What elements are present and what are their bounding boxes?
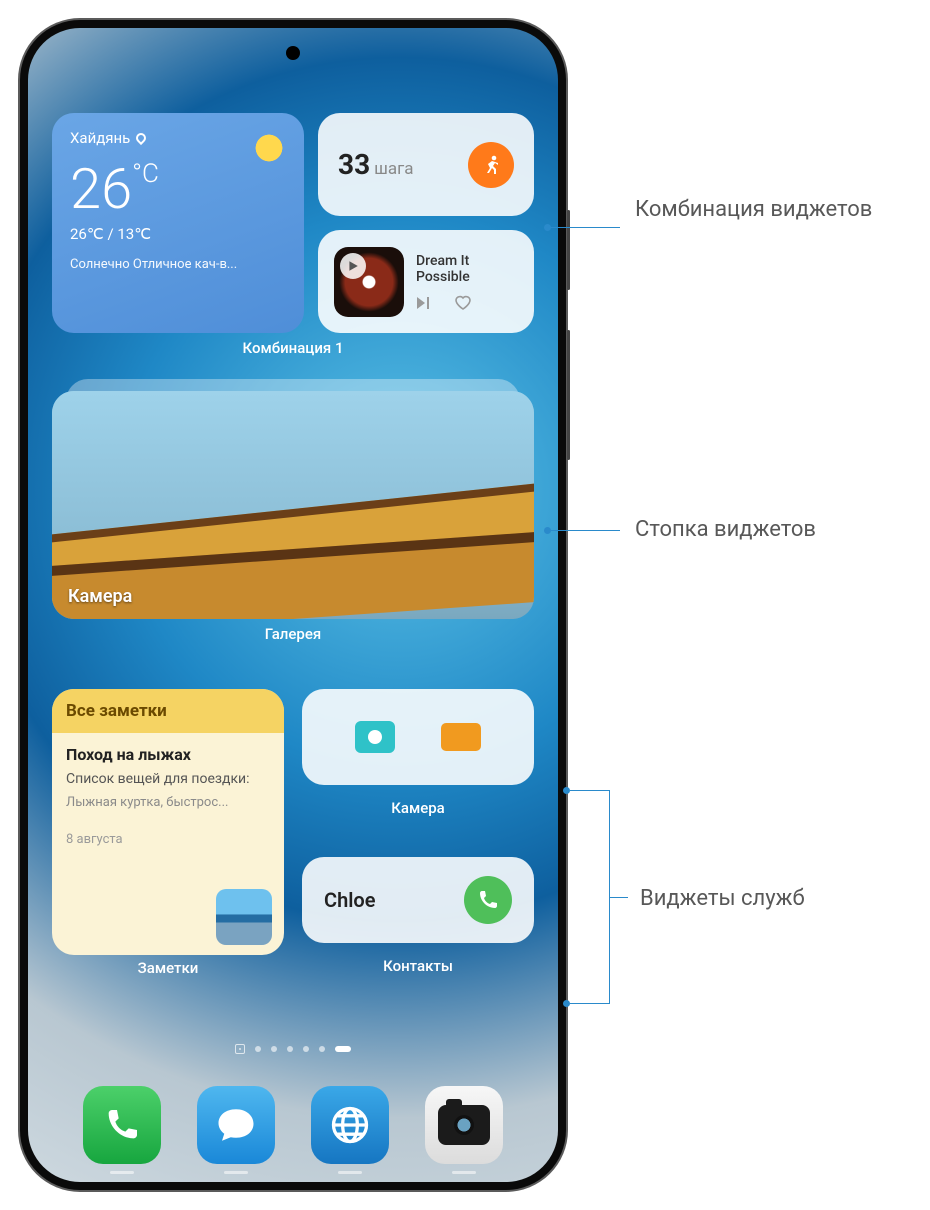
note-subtitle: Список вещей для поездки: (66, 770, 270, 789)
location-pin-icon (134, 131, 148, 145)
home-screen[interactable]: Хайдянь 26°C 26℃ / 13℃ Солнечно Отличное… (28, 28, 558, 1182)
page-dot[interactable] (303, 1046, 309, 1052)
note-date: 8 августа (66, 832, 270, 847)
callout-leader (610, 897, 628, 898)
video-icon[interactable] (441, 723, 481, 751)
contact-name: Chloe (324, 888, 376, 912)
gallery-caption: Камера (68, 586, 132, 607)
music-title: Dream It Possible (416, 253, 518, 285)
play-icon (340, 253, 366, 279)
callout-stack: Стопка виджетов (635, 515, 816, 545)
steps-label: шага (374, 159, 413, 179)
call-button[interactable] (464, 876, 512, 924)
page-indicator[interactable] (28, 1046, 558, 1054)
camera-body-icon (438, 1105, 490, 1145)
note-items: Лыжная куртка, быстрос... (66, 795, 270, 810)
combo-label: Комбинация 1 (52, 339, 534, 357)
callout-combo: Комбинация виджетов (635, 195, 872, 225)
phone-app[interactable] (83, 1086, 161, 1164)
messages-app[interactable] (197, 1086, 275, 1164)
camera-app[interactable] (425, 1086, 503, 1164)
steps-count: 33 (338, 148, 370, 181)
browser-app[interactable] (311, 1086, 389, 1164)
notes-label: Заметки (52, 959, 284, 977)
contacts-widget[interactable]: Chloe (302, 857, 534, 943)
runner-icon (468, 142, 514, 188)
gallery-widget[interactable]: Камера (52, 391, 534, 619)
page-dot[interactable] (319, 1046, 325, 1052)
weather-widget[interactable]: Хайдянь 26°C 26℃ / 13℃ Солнечно Отличное… (52, 113, 304, 333)
weather-low: 13℃ (117, 225, 151, 243)
notes-widget[interactable]: Все заметки Поход на лыжах Список вещей … (52, 689, 284, 955)
weather-location: Хайдянь (70, 129, 130, 147)
gallery-label: Галерея (52, 625, 534, 643)
page-dot-active[interactable] (335, 1046, 351, 1052)
page-dot[interactable] (255, 1046, 261, 1052)
widget-stack[interactable]: Камера (52, 391, 534, 619)
callout-leader (550, 227, 620, 228)
page-dot[interactable] (287, 1046, 293, 1052)
callout-leader (550, 530, 620, 531)
album-art (334, 247, 404, 317)
play-next-icon[interactable] (416, 296, 434, 310)
callout-bracket (570, 790, 610, 1004)
note-title: Поход на лыжах (66, 745, 270, 764)
notes-column: Все заметки Поход на лыжах Список вещей … (52, 689, 284, 977)
weather-unit: °C (132, 159, 159, 189)
page-dot[interactable] (271, 1046, 277, 1052)
widget-combo[interactable]: Хайдянь 26°C 26℃ / 13℃ Солнечно Отличное… (52, 113, 534, 333)
note-thumbnail (216, 889, 272, 945)
home-indicator-icon[interactable] (235, 1044, 245, 1054)
steps-widget[interactable]: 33шага (318, 113, 534, 216)
camera-widget[interactable] (302, 689, 534, 785)
phone-frame: Хайдянь 26°C 26℃ / 13℃ Солнечно Отличное… (20, 20, 566, 1190)
callout-service: Виджеты служб (640, 884, 805, 914)
music-widget[interactable]: Dream It Possible (318, 230, 534, 333)
sun-icon (252, 131, 286, 165)
contacts-label: Контакты (302, 957, 534, 975)
weather-temp: 26 (70, 156, 132, 222)
weather-condition: Солнечно Отличное кач-в... (70, 257, 286, 272)
heart-icon[interactable] (454, 295, 472, 311)
camera-label: Камера (302, 799, 534, 817)
camera-icon[interactable] (355, 721, 395, 753)
dock (28, 1086, 558, 1164)
notes-header: Все заметки (52, 689, 284, 733)
weather-high: 26℃ (70, 225, 104, 243)
